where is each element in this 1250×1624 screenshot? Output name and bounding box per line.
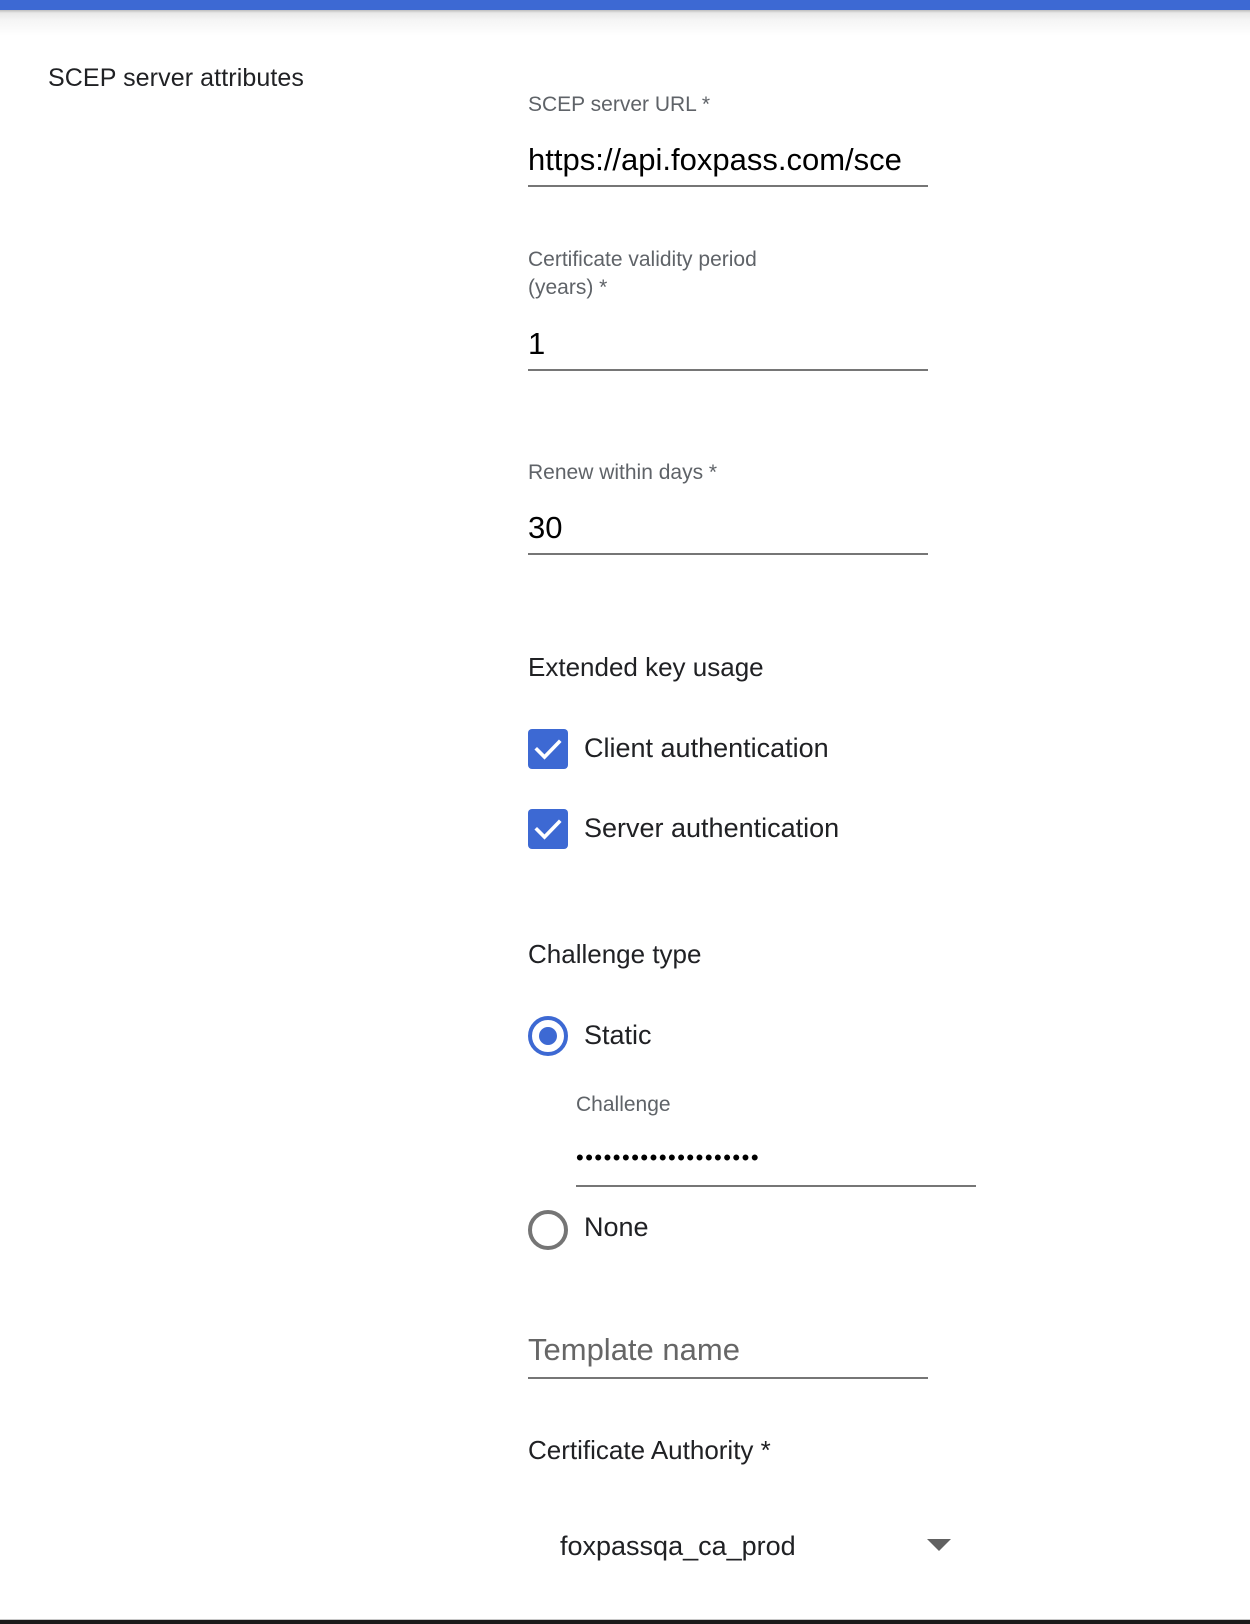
checkmark-icon	[534, 819, 562, 840]
none-radio-label[interactable]: None	[584, 1211, 649, 1243]
certificate-authority-label: Certificate Authority *	[528, 1435, 771, 1465]
section-title: SCEP server attributes	[48, 64, 305, 92]
none-radio[interactable]	[528, 1210, 568, 1250]
template-name-input[interactable]: Template name	[528, 1332, 740, 1368]
scep-url-label: SCEP server URL *	[528, 93, 711, 116]
validity-input[interactable]: 1	[528, 326, 928, 362]
caret-down-icon	[927, 1539, 951, 1551]
static-radio-label[interactable]: Static	[584, 1019, 652, 1051]
top-app-bar	[0, 0, 1250, 10]
renew-input[interactable]: 30	[528, 510, 928, 546]
radio-selected-dot	[539, 1027, 557, 1045]
renew-label: Renew within days *	[528, 461, 718, 484]
validity-label-line1: Certificate validity period	[528, 248, 757, 271]
certificate-authority-value: foxpassqa_ca_prod	[560, 1531, 796, 1561]
challenge-type-heading: Challenge type	[528, 939, 702, 969]
static-radio[interactable]	[528, 1016, 568, 1056]
eku-heading: Extended key usage	[528, 652, 764, 682]
validity-label-line2: (years) *	[528, 276, 608, 299]
server-auth-checkbox[interactable]	[528, 809, 568, 849]
client-auth-label[interactable]: Client authentication	[584, 732, 829, 764]
certificate-authority-select[interactable]: foxpassqa_ca_prod	[540, 1515, 960, 1575]
scep-url-underline	[528, 185, 928, 187]
challenge-label: Challenge	[576, 1093, 671, 1116]
top-bar-shadow	[0, 10, 1250, 36]
scep-url-input[interactable]: https://api.foxpass.com/sce	[528, 142, 928, 178]
renew-underline	[528, 553, 928, 555]
bottom-divider	[0, 1619, 1250, 1624]
server-auth-label[interactable]: Server authentication	[584, 812, 839, 844]
challenge-underline	[576, 1185, 976, 1187]
checkmark-icon	[534, 739, 562, 760]
validity-underline	[528, 369, 928, 371]
template-name-underline	[528, 1377, 928, 1379]
client-auth-checkbox[interactable]	[528, 729, 568, 769]
challenge-password-input[interactable]: ••••••••••••••••••••	[576, 1143, 760, 1173]
